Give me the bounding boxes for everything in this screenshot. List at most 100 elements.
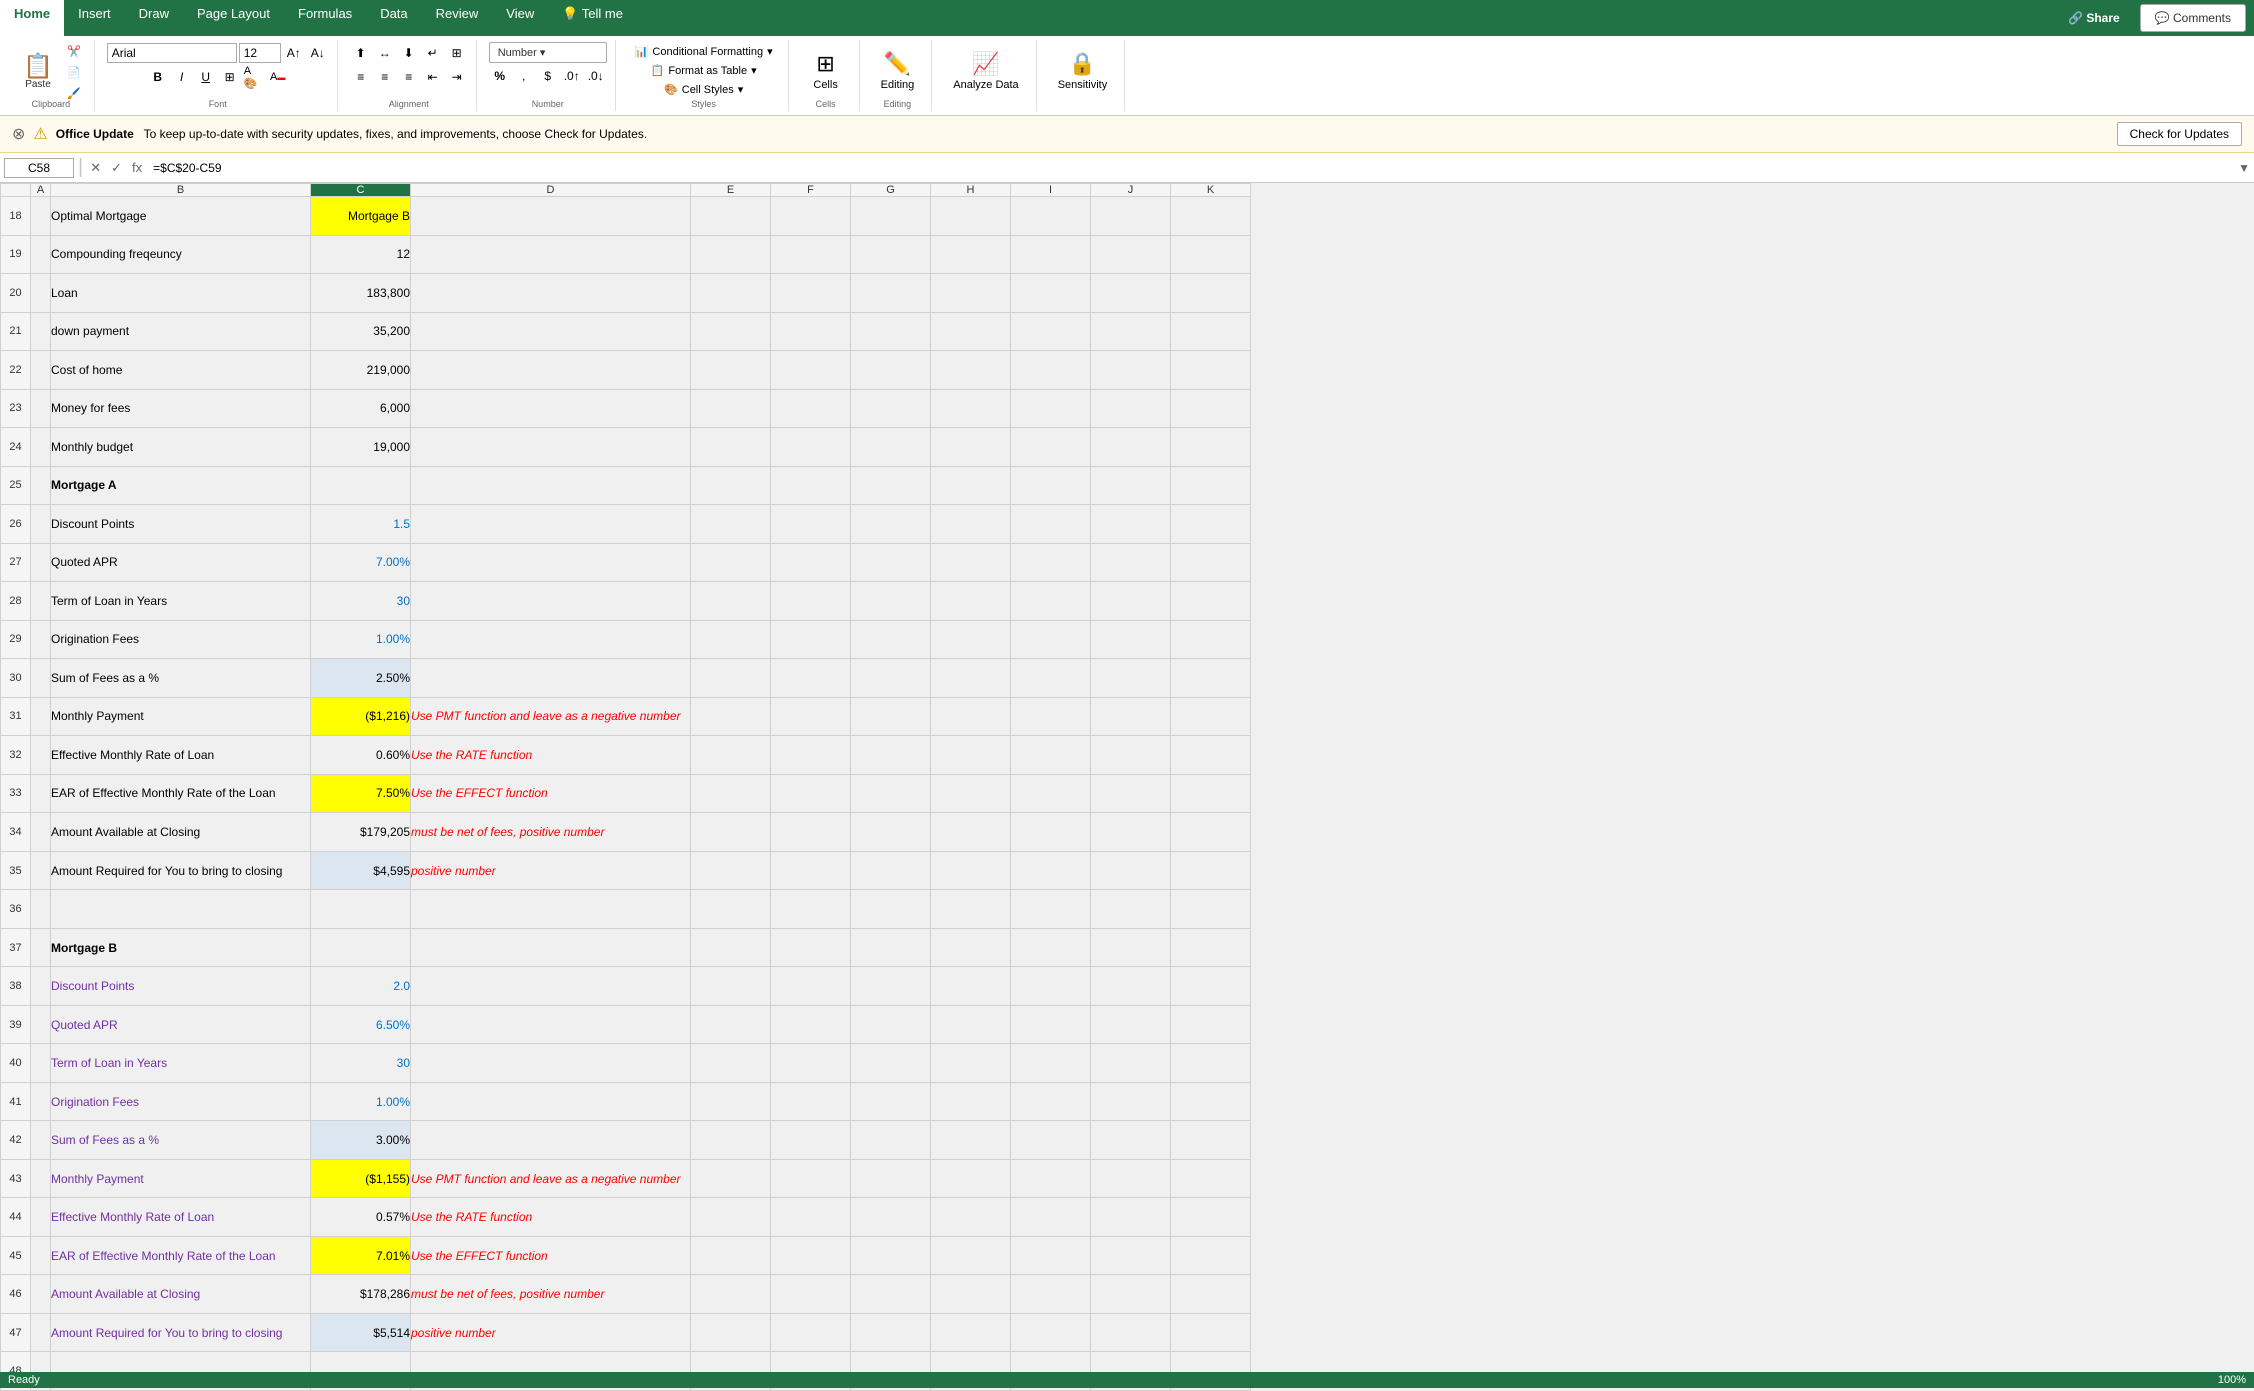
cell-h-40[interactable] (931, 1044, 1011, 1083)
cell-d-41[interactable] (411, 1082, 691, 1121)
cell-i-20[interactable] (1011, 274, 1091, 313)
cell-g-35[interactable] (851, 851, 931, 890)
cell-f-38[interactable] (771, 967, 851, 1006)
cell-f-22[interactable] (771, 351, 851, 390)
cell-b-34[interactable]: Amount Available at Closing (51, 813, 311, 852)
cell-g-38[interactable] (851, 967, 931, 1006)
cell-i-46[interactable] (1011, 1275, 1091, 1314)
cell-k-41[interactable] (1171, 1082, 1251, 1121)
cell-c-18[interactable]: Mortgage B (311, 197, 411, 236)
cell-i-27[interactable] (1011, 543, 1091, 582)
cell-k-19[interactable] (1171, 235, 1251, 274)
cell-k-44[interactable] (1171, 1198, 1251, 1237)
cell-f-24[interactable] (771, 428, 851, 467)
col-header-h[interactable]: H (931, 184, 1011, 197)
cell-i-19[interactable] (1011, 235, 1091, 274)
cell-k-40[interactable] (1171, 1044, 1251, 1083)
cell-c-34[interactable]: $179,205 (311, 813, 411, 852)
cell-h-45[interactable] (931, 1236, 1011, 1275)
cell-i-30[interactable] (1011, 659, 1091, 698)
cell-b-25[interactable]: Mortgage A (51, 466, 311, 505)
cell-a-33[interactable] (31, 774, 51, 813)
cell-g-18[interactable] (851, 197, 931, 236)
cell-e-40[interactable] (691, 1044, 771, 1083)
cell-d-34[interactable]: must be net of fees, positive number (411, 813, 691, 852)
cell-d-18[interactable] (411, 197, 691, 236)
cell-c-33[interactable]: 7.50% (311, 774, 411, 813)
cell-c-23[interactable]: 6,000 (311, 389, 411, 428)
font-size-input[interactable] (239, 43, 281, 63)
cell-g-34[interactable] (851, 813, 931, 852)
col-header-c[interactable]: C (311, 184, 411, 197)
cell-g-46[interactable] (851, 1275, 931, 1314)
cell-b-21[interactable]: down payment (51, 312, 311, 351)
align-top-button[interactable]: ⬆ (350, 42, 372, 64)
cell-e-41[interactable] (691, 1082, 771, 1121)
cell-h-31[interactable] (931, 697, 1011, 736)
cell-i-23[interactable] (1011, 389, 1091, 428)
cell-e-46[interactable] (691, 1275, 771, 1314)
decrease-decimal-button[interactable]: .0↓ (585, 65, 607, 87)
cell-g-31[interactable] (851, 697, 931, 736)
tab-formulas[interactable]: Formulas (284, 0, 366, 36)
cell-k-35[interactable] (1171, 851, 1251, 890)
cell-d-20[interactable] (411, 274, 691, 313)
cell-c-41[interactable]: 1.00% (311, 1082, 411, 1121)
cell-k-39[interactable] (1171, 1005, 1251, 1044)
cell-k-29[interactable] (1171, 620, 1251, 659)
wrap-text-button[interactable]: ↵ (422, 42, 444, 64)
align-left-button[interactable]: ≡ (350, 66, 372, 88)
cell-k-32[interactable] (1171, 736, 1251, 775)
cell-e-24[interactable] (691, 428, 771, 467)
cell-c-21[interactable]: 35,200 (311, 312, 411, 351)
cell-g-21[interactable] (851, 312, 931, 351)
cell-e-18[interactable] (691, 197, 771, 236)
cell-j-30[interactable] (1091, 659, 1171, 698)
cell-a-25[interactable] (31, 466, 51, 505)
cell-d-24[interactable] (411, 428, 691, 467)
increase-font-button[interactable]: A↑ (283, 42, 305, 64)
check-updates-button[interactable]: Check for Updates (2117, 122, 2242, 146)
cell-d-40[interactable] (411, 1044, 691, 1083)
tab-data[interactable]: Data (366, 0, 421, 36)
col-header-f[interactable]: F (771, 184, 851, 197)
insert-function-icon[interactable]: fx (129, 160, 145, 176)
cell-i-42[interactable] (1011, 1121, 1091, 1160)
cell-f-35[interactable] (771, 851, 851, 890)
cell-c-30[interactable]: 2.50% (311, 659, 411, 698)
cell-e-21[interactable] (691, 312, 771, 351)
cell-c-37[interactable] (311, 928, 411, 967)
cell-f-34[interactable] (771, 813, 851, 852)
cell-e-19[interactable] (691, 235, 771, 274)
cell-b-28[interactable]: Term of Loan in Years (51, 582, 311, 621)
font-name-input[interactable] (107, 43, 237, 63)
cell-j-29[interactable] (1091, 620, 1171, 659)
cell-j-32[interactable] (1091, 736, 1171, 775)
cell-e-35[interactable] (691, 851, 771, 890)
cell-i-18[interactable] (1011, 197, 1091, 236)
cell-f-46[interactable] (771, 1275, 851, 1314)
cell-a-42[interactable] (31, 1121, 51, 1160)
cell-e-20[interactable] (691, 274, 771, 313)
cell-h-19[interactable] (931, 235, 1011, 274)
cell-i-44[interactable] (1011, 1198, 1091, 1237)
cell-i-32[interactable] (1011, 736, 1091, 775)
cell-d-35[interactable]: positive number (411, 851, 691, 890)
cell-g-25[interactable] (851, 466, 931, 505)
col-header-b[interactable]: B (51, 184, 311, 197)
cell-i-25[interactable] (1011, 466, 1091, 505)
cell-a-38[interactable] (31, 967, 51, 1006)
cell-f-31[interactable] (771, 697, 851, 736)
cell-j-41[interactable] (1091, 1082, 1171, 1121)
cell-g-36[interactable] (851, 890, 931, 929)
cell-b-26[interactable]: Discount Points (51, 505, 311, 544)
cell-d-37[interactable] (411, 928, 691, 967)
cell-h-26[interactable] (931, 505, 1011, 544)
cell-e-42[interactable] (691, 1121, 771, 1160)
col-header-e[interactable]: E (691, 184, 771, 197)
cell-b-44[interactable]: Effective Monthly Rate of Loan (51, 1198, 311, 1237)
cell-h-29[interactable] (931, 620, 1011, 659)
cell-c-36[interactable] (311, 890, 411, 929)
cell-c-43[interactable]: ($1,155) (311, 1159, 411, 1198)
cell-c-38[interactable]: 2.0 (311, 967, 411, 1006)
